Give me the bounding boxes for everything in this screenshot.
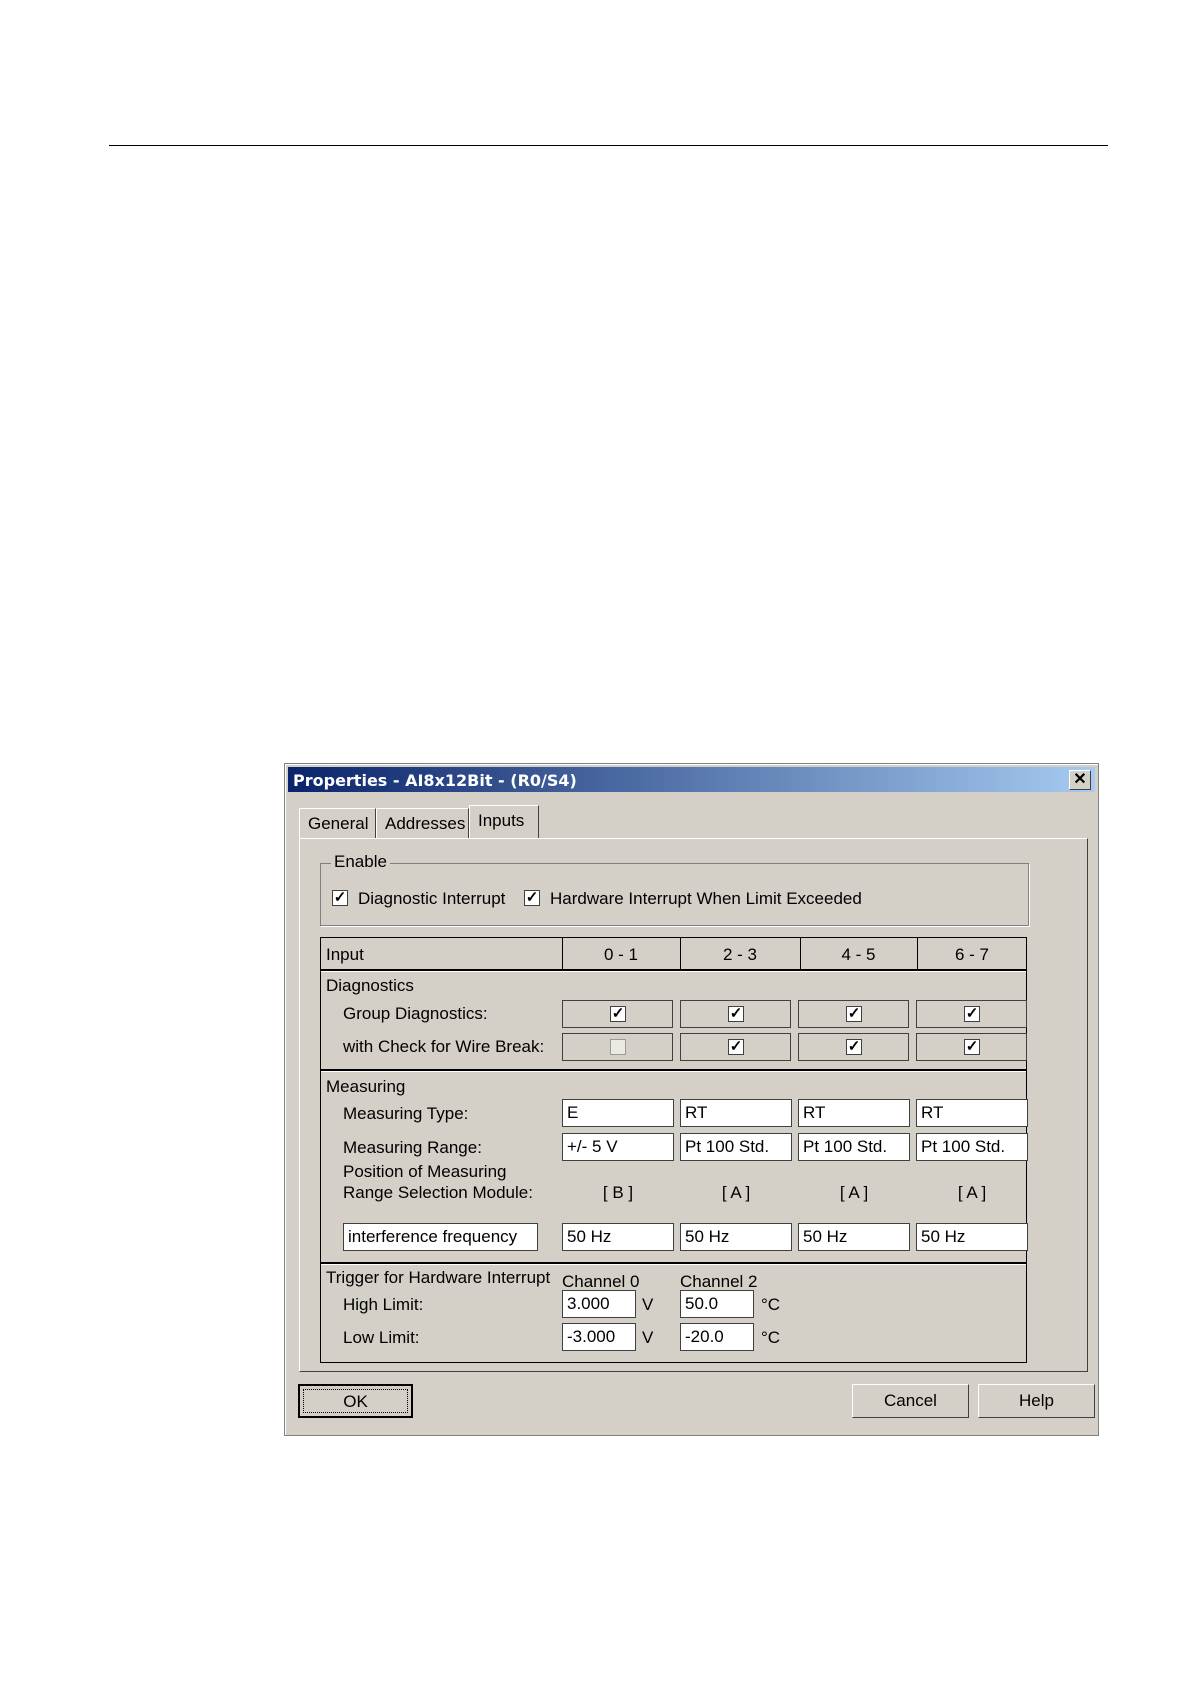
measuring-type-label: Measuring Type: bbox=[343, 1104, 469, 1123]
hardware-interrupt-label: Hardware Interrupt When Limit Exceeded bbox=[550, 889, 862, 908]
measuring-range-2-3[interactable]: Pt 100 Std. bbox=[680, 1133, 792, 1161]
wire-break-checkbox-4-5[interactable]: ✓ bbox=[846, 1039, 862, 1055]
check-icon: ✓ bbox=[611, 1005, 625, 1022]
check-icon: ✓ bbox=[333, 889, 347, 906]
cancel-button-label: Cancel bbox=[884, 1391, 937, 1410]
frequency-6-7[interactable]: 50 Hz bbox=[916, 1223, 1028, 1251]
tab-general-label: General bbox=[308, 814, 369, 833]
hardware-interrupt-checkbox[interactable]: ✓ bbox=[524, 890, 540, 906]
check-icon: ✓ bbox=[847, 1005, 861, 1022]
wire-break-cell-4-5: ✓ bbox=[798, 1033, 909, 1061]
unit-celsius: °C bbox=[761, 1328, 781, 1347]
inputs-grid: Input 0 - 1 2 - 3 4 - 5 6 - 7 Diagnostic… bbox=[320, 937, 1028, 1363]
frequency-4-5[interactable]: 50 Hz bbox=[798, 1223, 910, 1251]
cancel-button[interactable]: Cancel bbox=[852, 1384, 969, 1418]
unit-volt: V bbox=[642, 1295, 654, 1314]
measuring-type-4-5[interactable]: RT bbox=[798, 1099, 910, 1127]
section-separator bbox=[321, 1069, 1026, 1071]
group-diag-checkbox-4-5[interactable]: ✓ bbox=[846, 1006, 862, 1022]
enable-group-label: Enable bbox=[331, 852, 390, 872]
wire-break-checkbox-6-7[interactable]: ✓ bbox=[964, 1039, 980, 1055]
close-icon: ✕ bbox=[1073, 771, 1087, 788]
wire-break-cell-2-3: ✓ bbox=[680, 1033, 791, 1061]
group-diag-checkbox-0-1[interactable]: ✓ bbox=[610, 1006, 626, 1022]
position-label-line2: Range Selection Module: bbox=[343, 1183, 533, 1202]
wire-break-label: with Check for Wire Break: bbox=[343, 1037, 545, 1056]
focus-rect bbox=[303, 1389, 408, 1413]
range-position-2-3: [ A ] bbox=[721, 1183, 751, 1202]
check-icon: ✓ bbox=[847, 1038, 861, 1055]
tab-addresses[interactable]: Addresses bbox=[376, 808, 469, 838]
unit-celsius: °C bbox=[761, 1295, 781, 1314]
range-position-6-7: [ A ] bbox=[957, 1183, 987, 1202]
check-icon: ✓ bbox=[965, 1038, 979, 1055]
group-diagnostics-label: Group Diagnostics: bbox=[343, 1004, 488, 1023]
measuring-title: Measuring bbox=[326, 1077, 406, 1096]
header-col-6-7: 6 - 7 bbox=[954, 945, 990, 964]
page-rule bbox=[109, 145, 1108, 146]
check-icon: ✓ bbox=[729, 1005, 743, 1022]
measuring-range-0-1[interactable]: +/- 5 V bbox=[562, 1133, 674, 1161]
high-limit-channel-2[interactable]: 50.0 bbox=[680, 1290, 754, 1318]
check-icon: ✓ bbox=[965, 1005, 979, 1022]
measuring-range-6-7[interactable]: Pt 100 Std. bbox=[916, 1133, 1028, 1161]
tab-general[interactable]: General bbox=[299, 808, 376, 838]
wire-break-cell-6-7: ✓ bbox=[916, 1033, 1027, 1061]
measuring-type-2-3[interactable]: RT bbox=[680, 1099, 792, 1127]
tab-inputs-label: Inputs bbox=[478, 811, 525, 830]
tab-addresses-label: Addresses bbox=[385, 814, 466, 833]
diagnostic-interrupt-label: Diagnostic Interrupt bbox=[358, 889, 506, 908]
frequency-2-3[interactable]: 50 Hz bbox=[680, 1223, 792, 1251]
check-icon: ✓ bbox=[729, 1038, 743, 1055]
header-col-2-3: 2 - 3 bbox=[722, 945, 758, 964]
check-icon: ✓ bbox=[525, 889, 539, 906]
channel-2-label: Channel 2 bbox=[680, 1272, 758, 1291]
close-button[interactable]: ✕ bbox=[1069, 770, 1091, 790]
group-diag-checkbox-6-7[interactable]: ✓ bbox=[964, 1006, 980, 1022]
wire-break-cell-0-1 bbox=[562, 1033, 673, 1061]
frequency-0-1[interactable]: 50 Hz bbox=[562, 1223, 674, 1251]
properties-dialog: Properties - AI8x12Bit - (R0/S4) ✕ Gener… bbox=[284, 763, 1099, 1436]
low-limit-channel-2[interactable]: -20.0 bbox=[680, 1323, 754, 1351]
measuring-range-label: Measuring Range: bbox=[343, 1138, 482, 1157]
channel-0-label: Channel 0 bbox=[562, 1272, 640, 1291]
dialog-title: Properties - AI8x12Bit - (R0/S4) bbox=[293, 771, 577, 790]
interference-frequency-field[interactable]: interference frequency bbox=[343, 1223, 538, 1251]
tab-inputs[interactable]: Inputs bbox=[469, 805, 539, 838]
header-input: Input bbox=[326, 945, 364, 964]
help-button-label: Help bbox=[1019, 1391, 1054, 1410]
title-bar[interactable]: Properties - AI8x12Bit - (R0/S4) ✕ bbox=[288, 767, 1095, 792]
diagnostics-title: Diagnostics bbox=[326, 976, 414, 995]
trigger-title: Trigger for Hardware Interrupt bbox=[326, 1268, 551, 1287]
group-diag-cell-4-5: ✓ bbox=[798, 1000, 909, 1028]
section-separator bbox=[321, 1262, 1026, 1264]
header-separator bbox=[321, 969, 1026, 971]
range-position-0-1: [ B ] bbox=[602, 1183, 634, 1202]
diagnostic-interrupt-checkbox[interactable]: ✓ bbox=[332, 890, 348, 906]
enable-group: Enable ✓ Diagnostic Interrupt ✓ Hardware… bbox=[320, 852, 1029, 926]
high-limit-channel-0[interactable]: 3.000 bbox=[562, 1290, 636, 1318]
measuring-range-4-5[interactable]: Pt 100 Std. bbox=[798, 1133, 910, 1161]
range-position-4-5: [ A ] bbox=[839, 1183, 869, 1202]
ok-button[interactable]: OK bbox=[298, 1384, 413, 1418]
wire-break-checkbox-2-3[interactable]: ✓ bbox=[728, 1039, 744, 1055]
low-limit-channel-0[interactable]: -3.000 bbox=[562, 1323, 636, 1351]
group-diag-checkbox-2-3[interactable]: ✓ bbox=[728, 1006, 744, 1022]
wire-break-checkbox-0-1[interactable] bbox=[610, 1039, 626, 1055]
group-diag-cell-0-1: ✓ bbox=[562, 1000, 673, 1028]
unit-volt: V bbox=[642, 1328, 654, 1347]
header-col-4-5: 4 - 5 bbox=[841, 945, 876, 964]
high-limit-label: High Limit: bbox=[343, 1295, 424, 1314]
group-diag-cell-6-7: ✓ bbox=[916, 1000, 1027, 1028]
measuring-type-0-1[interactable]: E bbox=[562, 1099, 674, 1127]
help-button[interactable]: Help bbox=[978, 1384, 1095, 1418]
group-diag-cell-2-3: ✓ bbox=[680, 1000, 791, 1028]
position-label-line1: Position of Measuring bbox=[343, 1162, 507, 1181]
low-limit-label: Low Limit: bbox=[343, 1328, 420, 1347]
header-col-0-1: 0 - 1 bbox=[603, 945, 639, 964]
measuring-type-6-7[interactable]: RT bbox=[916, 1099, 1028, 1127]
